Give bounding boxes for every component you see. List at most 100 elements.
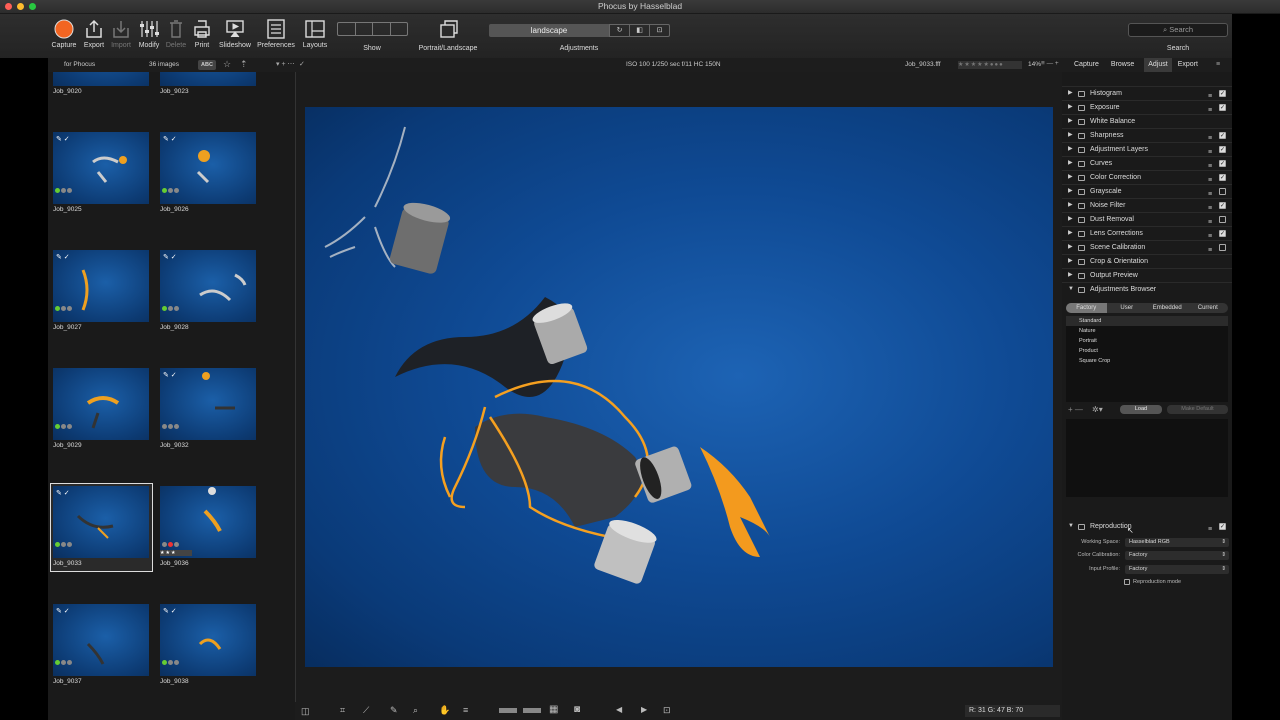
expand-triangle-icon[interactable]: ▼ [1068, 283, 1074, 296]
show-browser-segment[interactable] [338, 23, 356, 35]
fullscreen-icon[interactable]: ⊡ [663, 705, 671, 716]
copy-icon[interactable] [1078, 287, 1085, 293]
expand-triangle-icon[interactable]: ▶ [1068, 87, 1073, 100]
star-rating[interactable]: ★★★ [160, 550, 192, 556]
loupe-icon[interactable]: ⌕ [413, 705, 418, 716]
zoom-controls[interactable]: ≡ — + [1041, 60, 1059, 67]
copy-icon[interactable] [1078, 231, 1085, 237]
preferences-button[interactable]: Preferences [255, 18, 297, 49]
copy-icon[interactable] [1078, 189, 1085, 195]
sort-direction-icon[interactable]: ⇡ [240, 59, 248, 70]
copy-icon[interactable] [1078, 217, 1085, 223]
grid-icon[interactable]: ▦ [549, 704, 558, 715]
expand-triangle-icon[interactable]: ▶ [1068, 199, 1073, 212]
expand-triangle-icon[interactable]: ▶ [1068, 115, 1073, 128]
tool-reproduction[interactable]: ▼ Reproduction ≡ ✓ [1062, 520, 1232, 534]
tool-enable-checkbox[interactable]: ✓ [1219, 174, 1226, 181]
tool-enable-checkbox[interactable] [1219, 244, 1226, 251]
copy-icon[interactable] [1078, 133, 1085, 139]
tab-user[interactable]: User [1107, 303, 1148, 313]
delete-button[interactable]: Delete [163, 18, 189, 49]
search-input[interactable]: ⌕ Search [1128, 23, 1228, 37]
copy-icon[interactable] [1078, 105, 1085, 111]
checkmark-icon[interactable]: ✓ [299, 60, 305, 68]
print-button[interactable]: Print [190, 18, 214, 49]
tab-browse[interactable]: Browse [1111, 58, 1134, 72]
reset-icon[interactable]: ↻ [610, 25, 629, 36]
expand-triangle-icon[interactable]: ▶ [1068, 241, 1073, 254]
copy-icon[interactable] [1078, 245, 1085, 251]
expand-triangle-icon[interactable]: ▶ [1068, 227, 1073, 240]
panel-menu-icon[interactable]: ≡ [1216, 58, 1220, 72]
straighten-icon[interactable]: ⟋ [363, 705, 369, 716]
expand-triangle-icon[interactable]: ▼ [1068, 520, 1074, 533]
preset-item[interactable]: Product [1066, 346, 1228, 356]
tool-row[interactable]: ▶ Scene Calibration ≡ [1062, 240, 1232, 254]
expand-triangle-icon[interactable]: ▶ [1068, 129, 1073, 142]
load-preset-button[interactable]: Load [1120, 405, 1162, 414]
show-all-segment[interactable] [391, 23, 408, 35]
gear-icon[interactable]: ✲▾ [1092, 405, 1103, 414]
preset-item[interactable]: Portrait [1066, 336, 1228, 346]
tool-row[interactable]: ▶ Grayscale ≡ [1062, 184, 1232, 198]
expand-triangle-icon[interactable]: ▶ [1068, 269, 1073, 282]
tool-row[interactable]: ▶ Dust Removal ≡ [1062, 212, 1232, 226]
tool-enable-checkbox[interactable] [1219, 216, 1226, 223]
expand-triangle-icon[interactable]: ▶ [1068, 255, 1073, 268]
mask-icon[interactable] [499, 708, 517, 713]
make-default-button[interactable]: Make Default [1167, 405, 1228, 414]
input-profile-select[interactable]: Factory ⇕ [1125, 565, 1229, 574]
tool-row[interactable]: ▶ Noise Filter ≡ ✓ [1062, 198, 1232, 212]
browser-options-icon[interactable]: ▾ + ⋯ [276, 60, 295, 68]
expand-triangle-icon[interactable]: ▶ [1068, 213, 1073, 226]
export-button[interactable]: Export [81, 18, 107, 49]
portrait-landscape-button[interactable] [436, 18, 462, 42]
reproduction-mode-checkbox[interactable] [1124, 579, 1130, 585]
hand-icon[interactable]: ✋ [439, 705, 450, 716]
star-filter-icon[interactable]: ☆ [223, 59, 231, 70]
copy-icon[interactable] [1078, 147, 1085, 153]
adjustments-field[interactable]: landscape [489, 24, 609, 37]
tab-factory[interactable]: Factory [1066, 303, 1107, 313]
import-button[interactable]: Import [108, 18, 134, 49]
preset-list[interactable]: Standard Nature Portrait Product Square … [1066, 316, 1228, 402]
tab-capture[interactable]: Capture [1074, 58, 1099, 72]
show-segmented-control[interactable] [337, 22, 408, 36]
expand-triangle-icon[interactable]: ▶ [1068, 143, 1073, 156]
compare-icon[interactable]: ◧ [629, 25, 649, 36]
working-space-select[interactable]: Hasselblad RGB ⇕ [1125, 538, 1229, 547]
tool-row[interactable]: ▶ Curves ≡ ✓ [1062, 156, 1232, 170]
tool-enable-checkbox[interactable]: ✓ [1219, 202, 1226, 209]
copy-icon[interactable] [1078, 161, 1085, 167]
modify-button[interactable]: Modify [136, 18, 162, 49]
tool-enable-checkbox[interactable]: ✓ [1219, 523, 1226, 530]
expand-triangle-icon[interactable]: ▶ [1068, 185, 1073, 198]
copy-icon[interactable] [1078, 91, 1085, 97]
capture-button[interactable]: Capture [50, 18, 78, 49]
tab-export[interactable]: Export [1178, 58, 1198, 72]
previous-image-icon[interactable]: ◀ [616, 705, 622, 714]
tool-enable-checkbox[interactable]: ✓ [1219, 230, 1226, 237]
next-image-icon[interactable]: ▶ [641, 705, 647, 714]
thumbnail-9023[interactable] [160, 72, 256, 86]
copy-adjustments-icon[interactable]: ⊡ [649, 25, 669, 36]
tool-row[interactable]: ▶ Adjustment Layers ≡ ✓ [1062, 142, 1232, 156]
preset-item[interactable]: Standard [1066, 316, 1228, 326]
tool-enable-checkbox[interactable]: ✓ [1219, 160, 1226, 167]
tool-row[interactable]: ▶ Histogram ≡ ✓ [1062, 86, 1232, 100]
tool-row[interactable]: ▶ Crop & Orientation [1062, 254, 1232, 268]
show-tools-segment[interactable] [373, 23, 391, 35]
preset-item[interactable]: Square Crop [1066, 356, 1228, 366]
tool-row[interactable]: ▶ Color Correction ≡ ✓ [1062, 170, 1232, 184]
copy-icon[interactable] [1078, 119, 1085, 125]
tool-enable-checkbox[interactable]: ✓ [1219, 90, 1226, 97]
expand-triangle-icon[interactable]: ▶ [1068, 101, 1073, 114]
tab-adjust[interactable]: Adjust [1144, 58, 1172, 72]
tool-enable-checkbox[interactable]: ✓ [1219, 146, 1226, 153]
tool-row[interactable]: ▶ Sharpness ≡ ✓ [1062, 128, 1232, 142]
expand-triangle-icon[interactable]: ▶ [1068, 157, 1073, 170]
copy-icon[interactable] [1078, 175, 1085, 181]
tool-menu-icon[interactable]: ≡ [1208, 523, 1212, 536]
overlay-icon[interactable] [523, 708, 541, 713]
slideshow-button[interactable]: Slideshow [217, 18, 253, 49]
